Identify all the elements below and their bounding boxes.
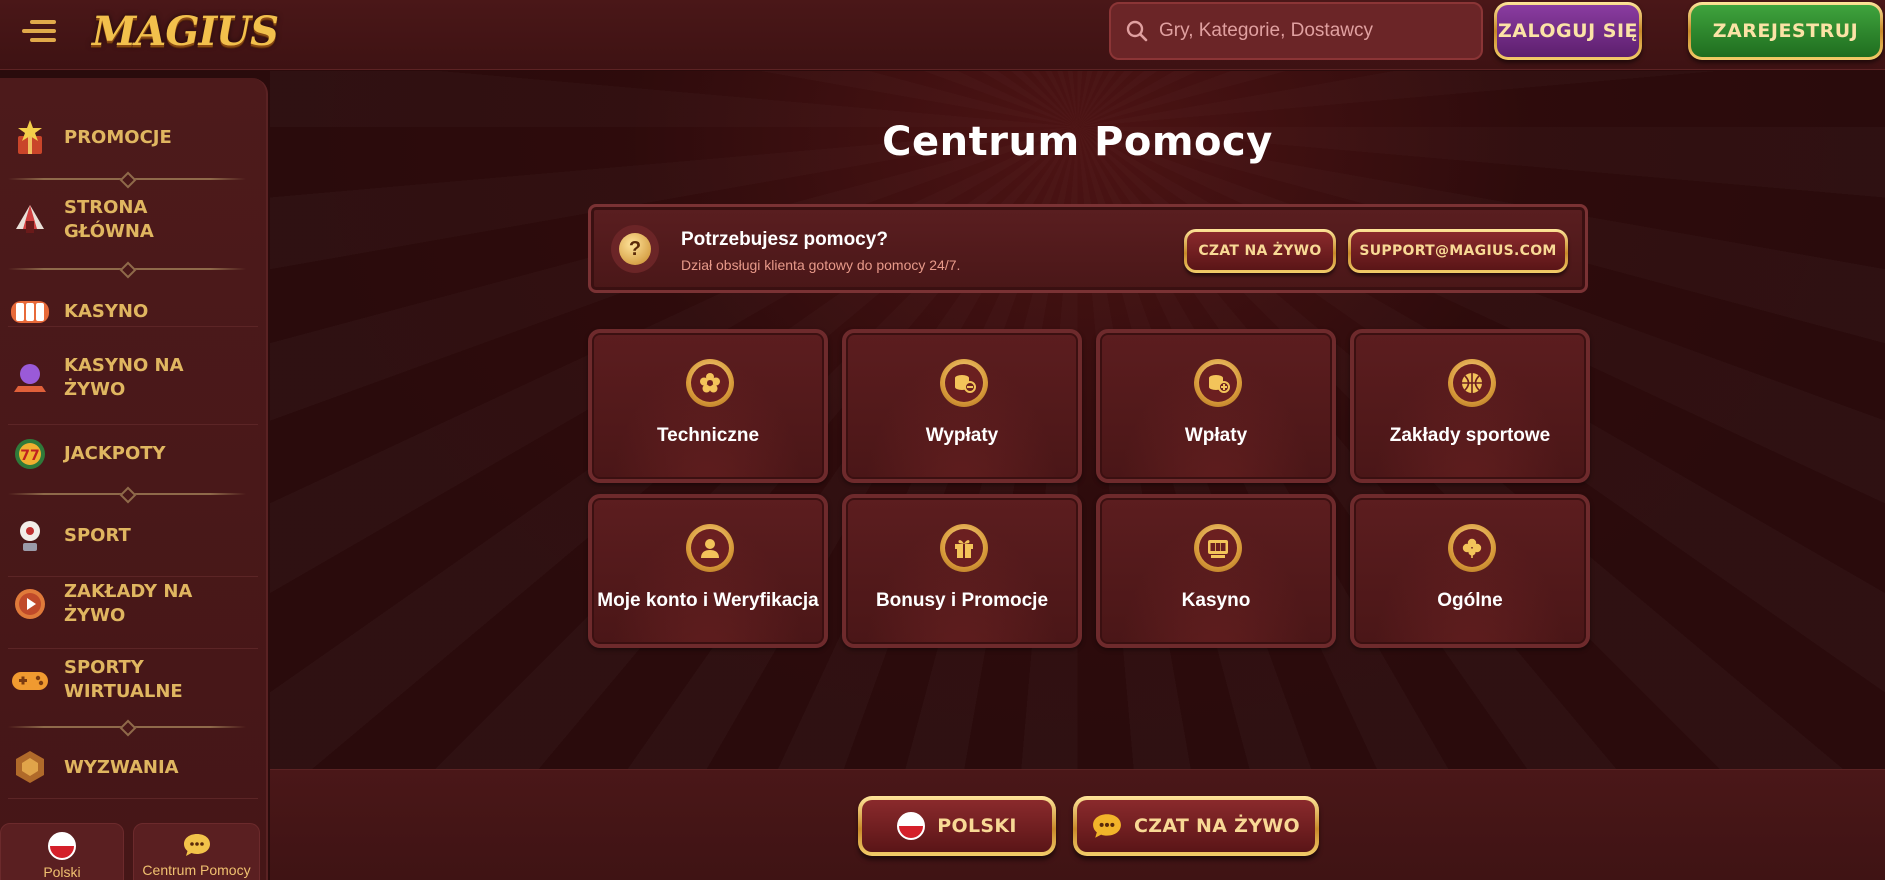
clover-icon [1448, 524, 1496, 572]
sidebar-item-label: PROMOCJE [64, 127, 172, 148]
sidebar-item-label: JACKPOTY [64, 443, 166, 464]
tent-icon [8, 198, 52, 242]
category-label: Zakłady sportowe [1389, 425, 1551, 446]
language-select-button[interactable]: POLSKI [858, 796, 1056, 856]
seven-coin-icon: 77 [8, 432, 52, 476]
sidebar-item-label: STRONA GŁÓWNA [64, 197, 154, 242]
footer-live-chat-button[interactable]: CZAT NA ŻYWO [1073, 796, 1319, 856]
sidebar-divider [8, 174, 246, 184]
footer-live-chat-label: CZAT NA ŻYWO [1134, 815, 1300, 837]
gamepad-icon [8, 658, 52, 702]
sidebar-help-label: Centrum Pomocy [142, 862, 251, 878]
category-label: Moje konto i Weryfikacja [597, 590, 819, 611]
search-input[interactable] [1159, 20, 1459, 42]
slot-reels-icon [8, 290, 52, 334]
sidebar-item-label: SPORT [64, 525, 131, 546]
help-banner-subtitle: Dział obsługi klienta gotowy do pomocy 2… [681, 257, 961, 273]
category-card-techniczne[interactable]: Techniczne [588, 329, 828, 483]
question-icon: ? [611, 225, 659, 273]
poland-flag-icon [48, 832, 76, 860]
sidebar-divider [8, 722, 246, 732]
sidebar-separator [8, 424, 258, 425]
sidebar-language-button[interactable]: Polski [0, 823, 124, 880]
user-icon [686, 524, 734, 572]
slot-machine-icon [1194, 524, 1242, 572]
chat-bubble-icon [183, 834, 210, 856]
help-center-main: Centrum Pomocy ? Potrzebujesz pomocy? Dz… [270, 71, 1885, 769]
svg-text:77: 77 [20, 448, 39, 464]
sidebar-item-strona-glowna[interactable]: STRONA GŁÓWNA [8, 196, 258, 244]
sidebar-separator [8, 648, 258, 649]
sidebar-help-center-button[interactable]: Centrum Pomocy [133, 823, 260, 880]
login-button[interactable]: ZALOGUJ SIĘ [1494, 2, 1642, 60]
register-button[interactable]: ZAREJESTRUJ [1688, 2, 1883, 60]
sidebar-separator [8, 576, 258, 577]
live-chat-button[interactable]: CZAT NA ŻYWO [1184, 229, 1336, 273]
category-label: Kasyno [1181, 590, 1251, 611]
crystal-ball-icon [8, 356, 52, 400]
sidebar-item-kasyno[interactable]: KASYNO [8, 290, 258, 334]
site-logo[interactable]: MAGIUS [92, 8, 279, 56]
category-card-wplaty[interactable]: Wpłaty [1096, 329, 1336, 483]
sidebar-item-kasyno-na-zywo[interactable]: KASYNO NA ŻYWO [8, 354, 258, 402]
sidebar-divider [8, 489, 246, 499]
category-label: Techniczne [656, 425, 760, 446]
sidebar-item-wyzwania[interactable]: WYZWANIA [8, 746, 258, 790]
category-card-bonusy[interactable]: Bonusy i Promocje [842, 494, 1082, 648]
sidebar-item-promocje[interactable]: PROMOCJE [8, 116, 258, 160]
page-title: Centrum Pomocy [882, 119, 1273, 165]
category-label: Wpłaty [1184, 425, 1248, 446]
chat-bubble-icon [1093, 814, 1121, 838]
sidebar-item-sport[interactable]: SPORT [8, 514, 258, 558]
trophy-ball-icon [8, 514, 52, 558]
category-label: Bonusy i Promocje [875, 590, 1049, 611]
search-box[interactable] [1109, 2, 1483, 60]
login-button-label: ZALOGUJ SIĘ [1497, 5, 1639, 57]
sidebar-item-label: KASYNO NA ŻYWO [64, 355, 184, 400]
sidebar-divider [8, 264, 246, 274]
gear-flower-icon [686, 359, 734, 407]
sidebar-separator [8, 326, 258, 327]
register-button-label: ZAREJESTRUJ [1691, 5, 1880, 57]
category-card-ogolne[interactable]: Ogólne [1350, 494, 1590, 648]
sidebar-separator [8, 798, 258, 799]
sidebar-item-label: ZAKŁADY NA ŻYWO [64, 581, 193, 626]
live-chat-button-label: CZAT NA ŻYWO [1187, 232, 1333, 270]
category-card-kasyno[interactable]: Kasyno [1096, 494, 1336, 648]
sidebar-item-jackpoty[interactable]: 77 JACKPOTY [8, 432, 258, 476]
category-card-moje-konto[interactable]: Moje konto i Weryfikacja [588, 494, 828, 648]
help-banner-title: Potrzebujesz pomocy? [681, 229, 888, 250]
sidebar-item-sporty-wirtualne[interactable]: SPORTY WIRTUALNE [8, 656, 258, 704]
sidebar-nav: PROMOCJE STRONA GŁÓWNA KASYNO KASYNO NA … [0, 78, 268, 880]
coins-plus-icon [1194, 359, 1242, 407]
sidebar-item-zaklady-na-zywo[interactable]: ZAKŁADY NA ŻYWO [8, 580, 258, 628]
page-footer: POLSKI CZAT NA ŻYWO [270, 769, 1885, 880]
help-banner: ? Potrzebujesz pomocy? Dział obsługi kli… [588, 204, 1588, 293]
coins-minus-icon [940, 359, 988, 407]
gift-icon [940, 524, 988, 572]
star-gift-icon [8, 116, 52, 160]
basketball-icon [1448, 359, 1496, 407]
menu-toggle-icon[interactable] [20, 16, 58, 46]
category-label: Ogólne [1437, 590, 1503, 611]
play-ball-icon [8, 582, 52, 626]
category-label: Wypłaty [925, 425, 999, 446]
category-card-zaklady-sportowe[interactable]: Zakłady sportowe [1350, 329, 1590, 483]
sidebar-language-label: Polski [43, 864, 81, 880]
poland-flag-icon [897, 812, 926, 840]
sidebar-item-label: WYZWANIA [64, 757, 179, 778]
top-header: MAGIUS ZALOGUJ SIĘ ZAREJESTRUJ [0, 0, 1885, 70]
search-icon [1126, 20, 1148, 42]
support-email-button[interactable]: SUPPORT@MAGIUS.COM [1348, 229, 1568, 273]
language-select-label: POLSKI [937, 815, 1017, 837]
sidebar-item-label: KASYNO [64, 301, 149, 322]
support-email-button-label: SUPPORT@MAGIUS.COM [1351, 232, 1565, 270]
category-card-wyplaty[interactable]: Wypłaty [842, 329, 1082, 483]
sidebar-item-label: SPORTY WIRTUALNE [64, 657, 183, 702]
medal-icon [8, 746, 52, 790]
